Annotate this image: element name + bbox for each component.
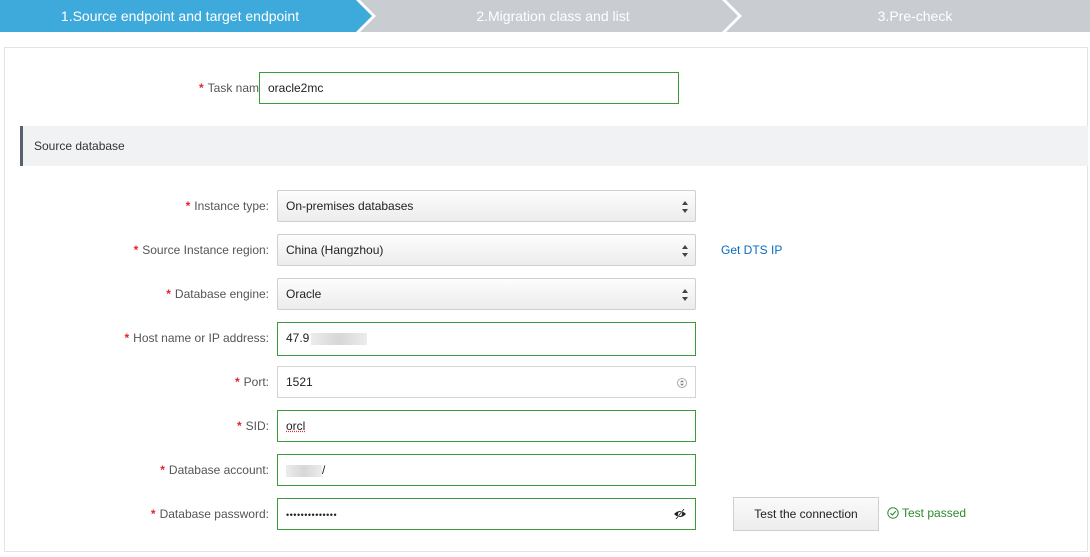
instance-type-label: * Instance type: xyxy=(185,199,269,213)
select-arrows-icon xyxy=(682,201,688,213)
host-input[interactable]: 47.9 xyxy=(277,322,696,356)
test-status-text: Test passed xyxy=(902,506,967,520)
required-mark: * xyxy=(160,463,165,477)
port-row: * Port: 1521 xyxy=(5,366,1087,398)
port-label: * Port: xyxy=(234,375,269,389)
region-label: * Source Instance region: xyxy=(133,243,269,257)
instance-type-value: On-premises databases xyxy=(286,199,414,213)
port-input[interactable]: 1521 xyxy=(277,366,696,398)
region-row: * Source Instance region: China (Hangzhou… xyxy=(5,234,1087,266)
sid-value: orcl xyxy=(286,419,306,433)
engine-label: * Database engine: xyxy=(166,287,269,301)
engine-select[interactable]: Oracle xyxy=(277,278,696,310)
engine-value: Oracle xyxy=(286,287,322,301)
step-3-label[interactable]: 3.Pre-check xyxy=(740,0,1090,32)
instance-type-row: * Instance type: On-premises databases xyxy=(5,190,1087,222)
password-row: * Database password: •••••••••••••• Test … xyxy=(5,497,1087,531)
required-mark: * xyxy=(133,243,139,257)
required-mark: * xyxy=(124,331,130,345)
stepper-icon[interactable] xyxy=(677,377,687,389)
sid-row: * SID: orcl xyxy=(5,410,1087,442)
required-mark: * xyxy=(166,287,171,301)
redacted-mask xyxy=(311,332,368,345)
required-mark: * xyxy=(236,419,242,433)
account-label: * Database account: xyxy=(160,463,269,477)
host-row: * Host name or IP address: 47.9 xyxy=(5,322,1087,356)
required-mark: * xyxy=(198,81,204,95)
instance-type-select[interactable]: On-premises databases xyxy=(277,190,696,222)
password-label: * Database password: xyxy=(150,507,269,521)
sid-label: * SID: xyxy=(236,419,269,433)
get-dts-ip-link[interactable]: Get DTS IP xyxy=(721,243,782,257)
required-mark: * xyxy=(234,375,240,389)
step-2-label[interactable]: 2.Migration class and list xyxy=(370,0,736,32)
task-name-input[interactable]: oracle2mc xyxy=(259,72,679,104)
engine-row: * Database engine: Oracle xyxy=(5,278,1087,310)
account-row: * Database account: / xyxy=(5,454,1087,486)
host-value: 47.9 xyxy=(286,331,310,345)
form-panel: * Task name: oracle2mc Source database * I… xyxy=(4,47,1088,552)
required-mark: * xyxy=(185,199,191,213)
source-database-header: Source database xyxy=(20,126,1088,166)
steps-bar: 1.Source endpoint and target endpoint 2.… xyxy=(0,0,1090,32)
sid-input[interactable]: orcl xyxy=(277,410,696,442)
test-connection-button[interactable]: Test the connection xyxy=(733,497,879,531)
show-password-icon[interactable] xyxy=(673,508,687,520)
host-label: * Host name or IP address: xyxy=(124,331,269,345)
step-1-label[interactable]: 1.Source endpoint and target endpoint xyxy=(0,0,360,32)
account-value: / xyxy=(322,463,326,477)
redacted-mask xyxy=(286,464,322,477)
check-circle-icon xyxy=(887,507,899,519)
port-value: 1521 xyxy=(286,375,313,389)
select-arrows-icon xyxy=(682,245,688,257)
required-mark: * xyxy=(150,507,156,521)
account-input[interactable]: / xyxy=(277,454,696,486)
task-name-row: * Task name: oracle2mc xyxy=(5,72,1087,104)
test-status: Test passed xyxy=(887,506,966,520)
select-arrows-icon xyxy=(682,289,688,301)
password-value: •••••••••••••• xyxy=(286,510,338,520)
password-input[interactable]: •••••••••••••• xyxy=(277,498,696,530)
region-select[interactable]: China (Hangzhou) xyxy=(277,234,696,266)
region-value: China (Hangzhou) xyxy=(286,243,384,257)
